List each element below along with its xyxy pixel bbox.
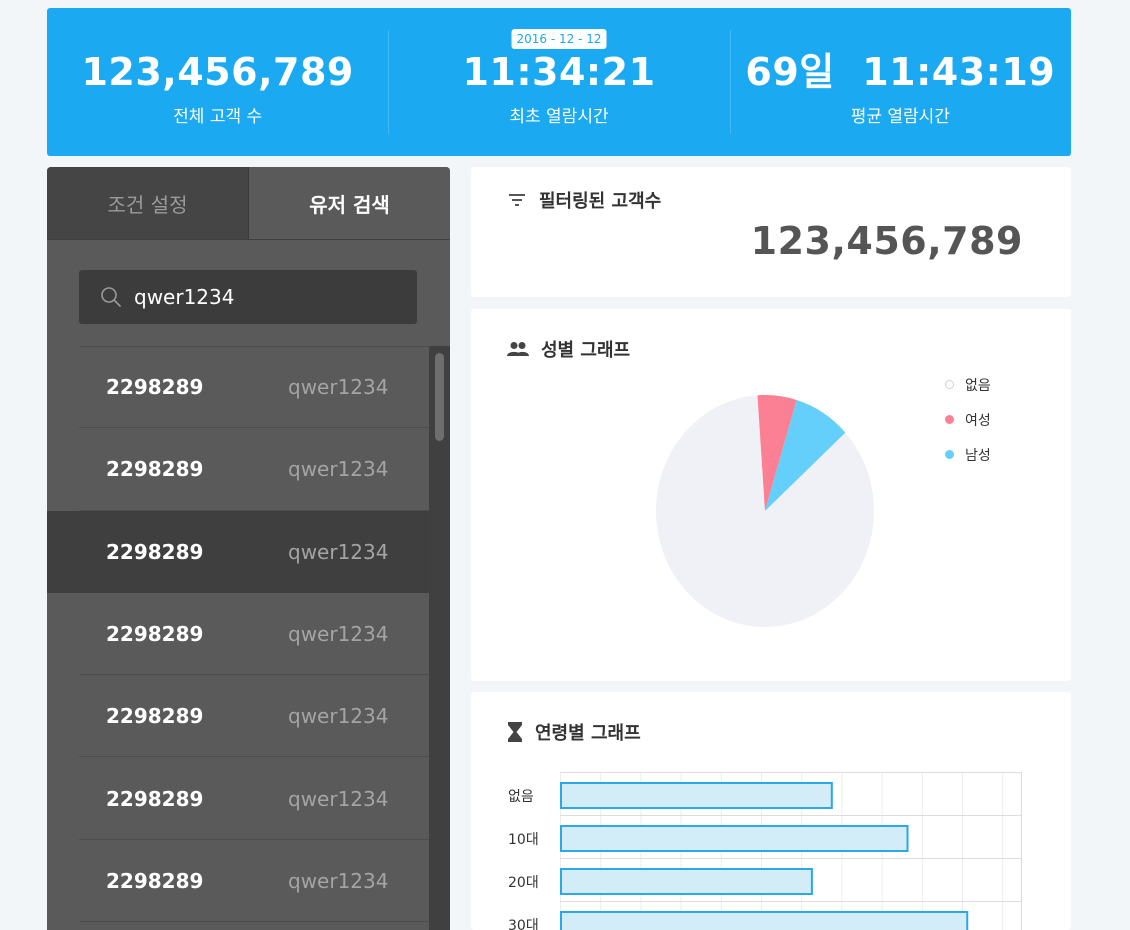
stat-value: 123,456,789 bbox=[81, 50, 354, 94]
filtered-customer-count: 123,456,789 bbox=[750, 219, 1023, 263]
user-id: 2298289 bbox=[106, 539, 204, 564]
people-icon bbox=[507, 342, 529, 356]
card-title: 연령별 그래프 bbox=[535, 723, 641, 744]
age-bar[interactable] bbox=[560, 782, 833, 809]
user-id: 2298289 bbox=[106, 704, 204, 729]
stat-first-view-time: 2016 - 12 - 12 11:34:21 최초 열람시간 bbox=[388, 8, 729, 156]
user-id: 2298289 bbox=[106, 457, 204, 482]
legend-dot bbox=[945, 415, 954, 424]
legend-dot bbox=[945, 450, 954, 459]
card-header: 필터링된 고객수 bbox=[507, 187, 661, 213]
age-category-label: 30대 bbox=[508, 918, 539, 930]
age-bar[interactable] bbox=[560, 868, 813, 895]
filtered-customers-card: 필터링된 고객수 123,456,789 bbox=[471, 167, 1071, 297]
tab-condition-settings[interactable]: 조건 설정 bbox=[47, 167, 248, 239]
legend-item-female[interactable]: 여성 bbox=[945, 402, 991, 437]
user-list-row[interactable]: 2298289 qwer1234 bbox=[47, 757, 429, 841]
card-header: 성별 그래프 bbox=[507, 336, 630, 362]
stat-value: 69일 11:43:19 bbox=[745, 50, 1056, 94]
user-id: 2298289 bbox=[106, 868, 204, 893]
username: qwer1234 bbox=[288, 704, 389, 729]
search-icon bbox=[101, 287, 121, 307]
stat-total-customers: 123,456,789 전체 고객 수 bbox=[47, 8, 388, 156]
gender-legend: 없음 여성 남성 bbox=[945, 367, 991, 472]
gender-pie-chart bbox=[656, 395, 874, 627]
legend-item-male[interactable]: 남성 bbox=[945, 437, 991, 472]
gender-chart-card: 성별 그래프 없음 여성 남성 bbox=[471, 309, 1071, 681]
filter-icon bbox=[509, 194, 525, 206]
user-list-row[interactable]: 2298289 qwer1234 bbox=[47, 346, 429, 429]
legend-label: 남성 bbox=[965, 447, 991, 464]
user-id: 2298289 bbox=[106, 786, 204, 811]
username: qwer1234 bbox=[288, 622, 389, 647]
user-list-row[interactable]: 2298289 qwer1234 bbox=[47, 675, 429, 758]
legend-item-none[interactable]: 없음 bbox=[945, 367, 991, 402]
stat-value: 11:34:21 bbox=[462, 50, 656, 94]
age-chart-card: 연령별 그래프 없음 10대 20대 30대 bbox=[471, 692, 1071, 930]
user-list-row[interactable]: 2298289 qwer1234 bbox=[47, 593, 429, 676]
username: qwer1234 bbox=[288, 539, 389, 564]
user-list-row[interactable]: 2298289 qwer1234 bbox=[47, 510, 429, 593]
age-category-label: 20대 bbox=[508, 875, 539, 891]
panel-tabs: 조건 설정 유저 검색 bbox=[47, 167, 450, 240]
legend-dot bbox=[945, 380, 954, 389]
stat-average-view-time: 69일 11:43:19 평균 열람시간 bbox=[729, 8, 1071, 156]
card-title: 성별 그래프 bbox=[541, 340, 631, 361]
tab-user-search[interactable]: 유저 검색 bbox=[248, 167, 450, 239]
user-id: 2298289 bbox=[106, 375, 204, 400]
scrollbar-track[interactable] bbox=[429, 346, 450, 930]
age-bar[interactable] bbox=[560, 911, 969, 930]
search-box[interactable] bbox=[79, 270, 417, 324]
user-list-row[interactable]: 2298289 qwer1234 bbox=[47, 840, 429, 923]
hourglass-icon bbox=[508, 722, 522, 742]
stat-label: 최초 열람시간 bbox=[509, 107, 609, 127]
age-category-label: 10대 bbox=[508, 832, 539, 848]
user-search-panel: 조건 설정 유저 검색 2298289 qwer1234 2298289 qwer12… bbox=[47, 167, 450, 930]
username: qwer1234 bbox=[288, 786, 389, 811]
legend-label: 여성 bbox=[965, 412, 991, 429]
date-badge: 2016 - 12 - 12 bbox=[511, 29, 607, 49]
user-id: 2298289 bbox=[106, 622, 204, 647]
stats-banner: 123,456,789 전체 고객 수 2016 - 12 - 12 11:34… bbox=[47, 8, 1071, 156]
stat-label: 전체 고객 수 bbox=[173, 107, 263, 127]
username: qwer1234 bbox=[288, 375, 389, 400]
username: qwer1234 bbox=[288, 868, 389, 893]
age-category-label: 없음 bbox=[508, 789, 534, 805]
age-bar-chart bbox=[560, 772, 1022, 930]
scrollbar-thumb[interactable] bbox=[435, 353, 444, 441]
card-header: 연령별 그래프 bbox=[507, 719, 641, 745]
legend-label: 없음 bbox=[965, 377, 991, 394]
search-input[interactable] bbox=[134, 285, 364, 309]
card-title: 필터링된 고객수 bbox=[539, 191, 662, 212]
user-list: 2298289 qwer1234 2298289 qwer1234 2298289 qwe… bbox=[47, 346, 429, 923]
stat-label: 평균 열람시간 bbox=[850, 107, 950, 127]
user-list-row[interactable]: 2298289 qwer1234 bbox=[47, 428, 429, 511]
age-bar[interactable] bbox=[560, 825, 909, 852]
username: qwer1234 bbox=[288, 457, 389, 482]
